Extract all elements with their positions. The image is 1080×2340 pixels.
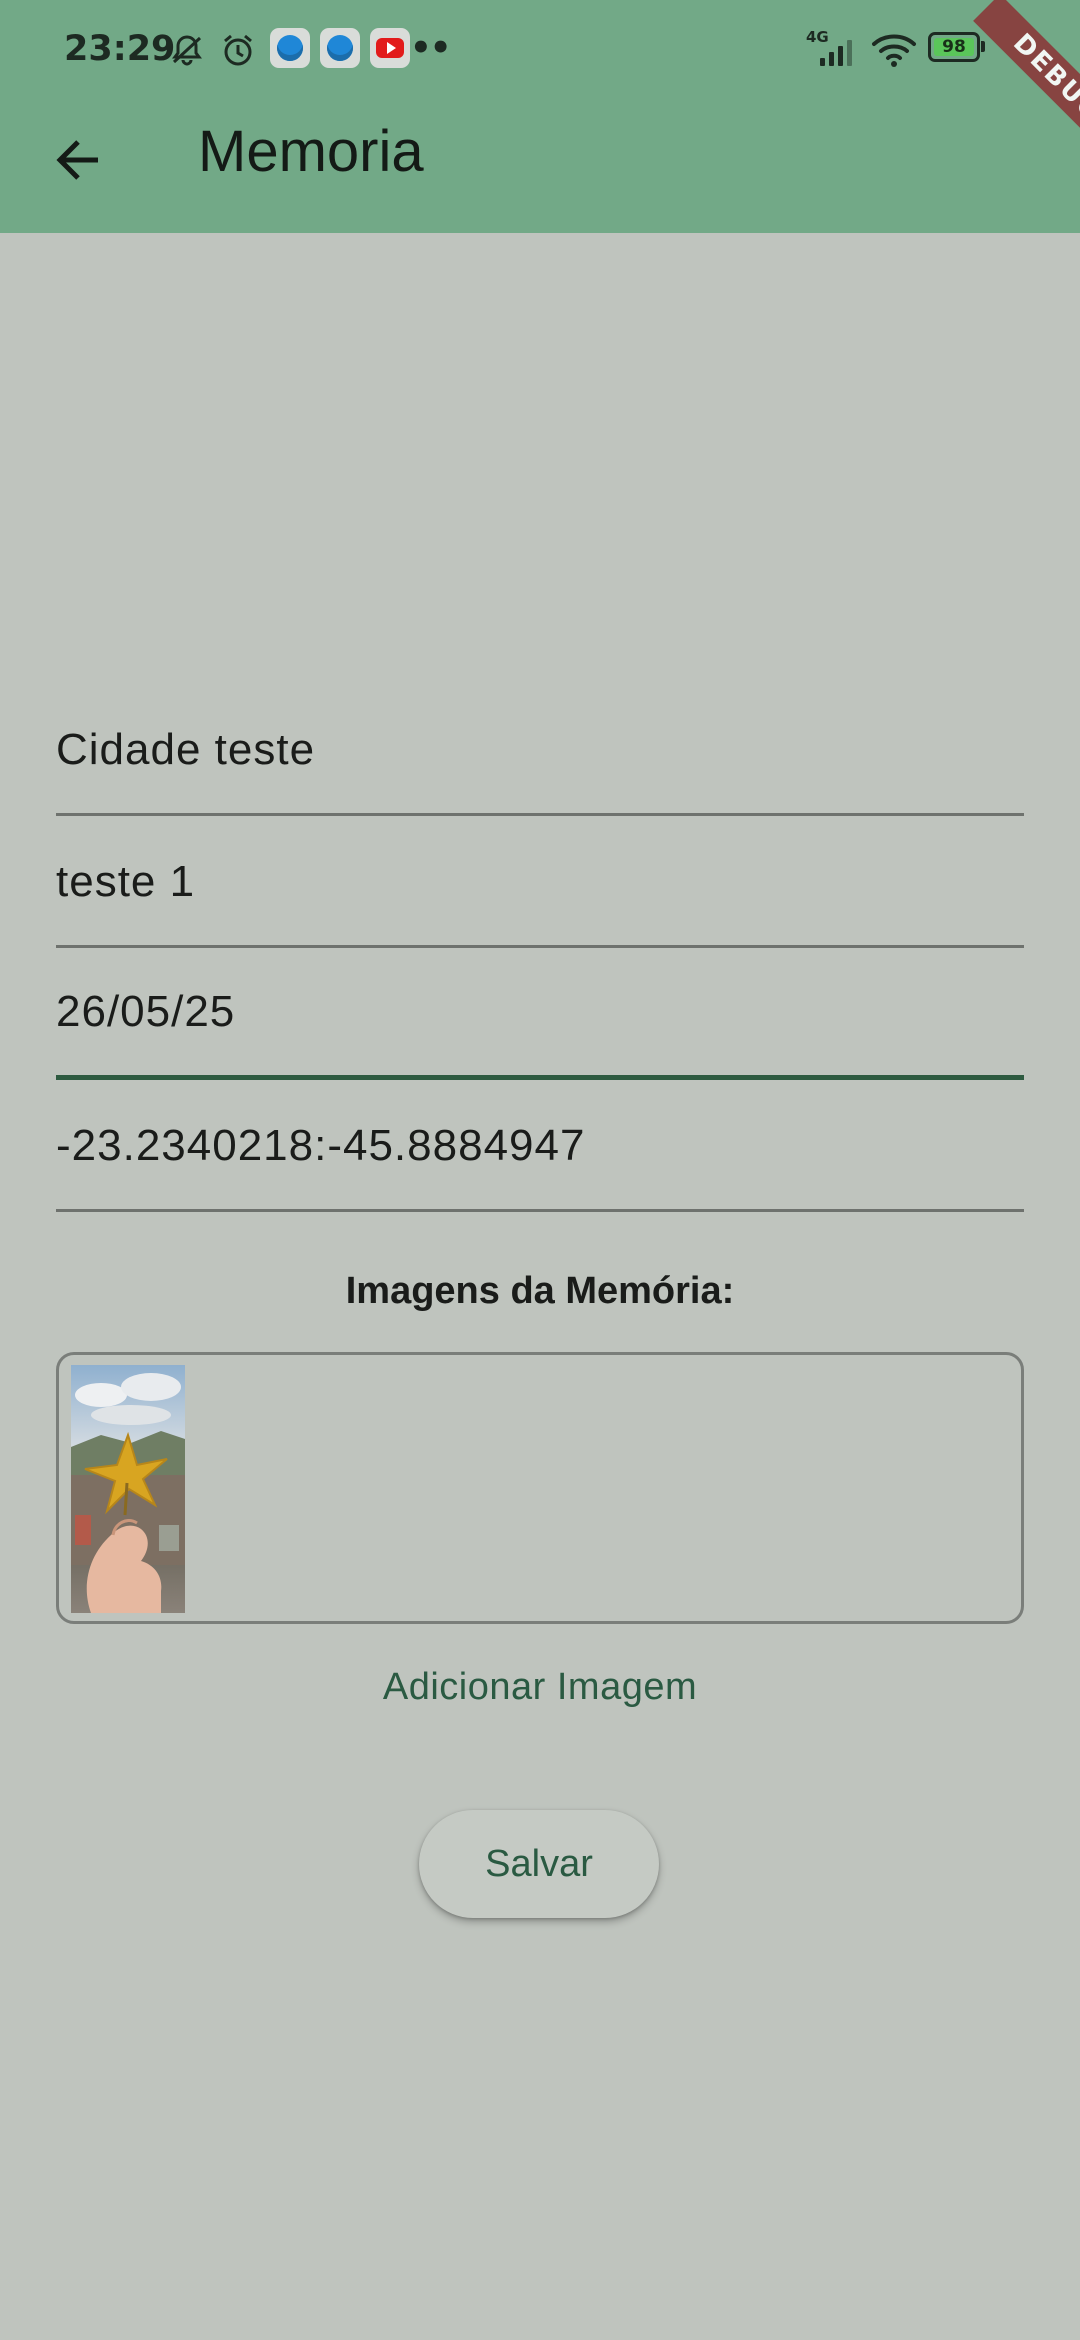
- title-field-value: teste 1: [56, 857, 196, 906]
- browser-app-icon: [320, 28, 360, 68]
- add-image-button[interactable]: Adicionar Imagem: [0, 1666, 1080, 1709]
- city-field-value: Cidade teste: [56, 725, 316, 774]
- date-field-value: 26/05/25: [56, 987, 236, 1036]
- page-title: Memoria: [198, 119, 424, 184]
- date-field[interactable]: 26/05/25: [56, 948, 1024, 1080]
- status-bar: 23:29 •• 4G 98: [0, 0, 1080, 100]
- browser-app-icon: [270, 28, 310, 68]
- alarm-icon: [219, 31, 257, 69]
- muted-bell-icon: [168, 31, 206, 69]
- back-button[interactable]: [40, 122, 115, 197]
- battery-level: 98: [934, 37, 974, 57]
- title-field[interactable]: teste 1: [56, 816, 1024, 948]
- coordinates-field-value: -23.2340218:-45.8884947: [56, 1121, 586, 1170]
- signal-icon: 4G: [806, 28, 858, 68]
- wifi-icon: [871, 32, 917, 68]
- app-header: 23:29 •• 4G 98 Memoria DEBUG: [0, 0, 1080, 233]
- save-button[interactable]: Salvar: [419, 1810, 659, 1918]
- app-bar: Memoria: [0, 100, 1080, 233]
- city-field[interactable]: Cidade teste: [56, 684, 1024, 816]
- battery-icon: 98: [928, 32, 988, 62]
- coordinates-field[interactable]: -23.2340218:-45.8884947: [56, 1080, 1024, 1212]
- status-time: 23:29: [64, 29, 176, 69]
- arrow-back-icon: [55, 139, 98, 180]
- image-thumbnail[interactable]: [71, 1365, 185, 1613]
- images-gallery: [56, 1352, 1024, 1624]
- more-notifications-indicator: ••: [410, 28, 451, 68]
- youtube-app-icon: [370, 28, 410, 68]
- images-section-title: Imagens da Memória:: [345, 1270, 735, 1312]
